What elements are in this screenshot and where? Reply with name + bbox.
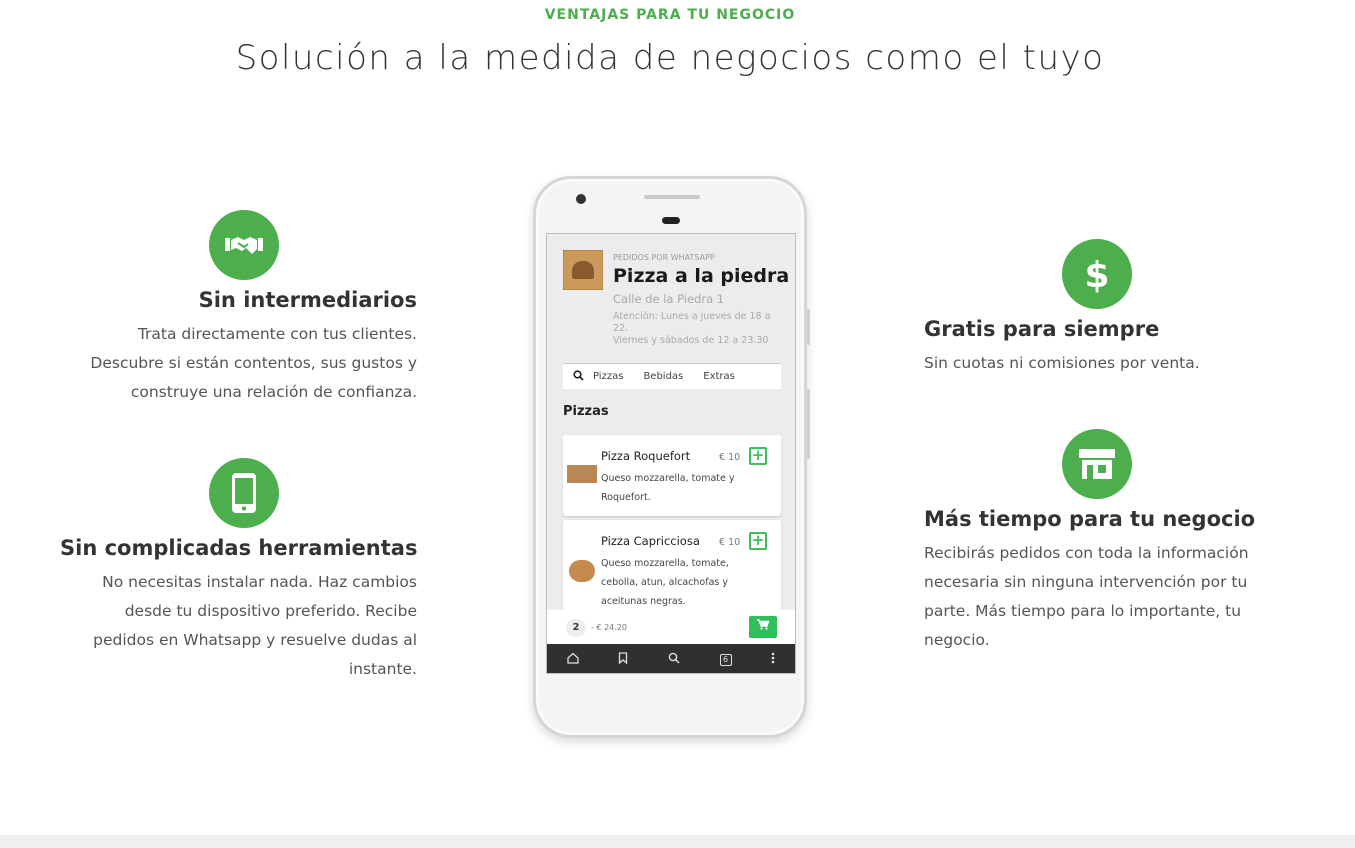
tabs-icon[interactable]: 6 — [719, 653, 732, 666]
svg-text:$: $ — [1084, 255, 1109, 294]
cart-button[interactable] — [749, 616, 777, 638]
bookmark-icon[interactable] — [618, 652, 628, 667]
camera — [576, 194, 586, 204]
cart-icon — [757, 619, 770, 630]
item-image — [569, 560, 595, 582]
cart-bar: 2 - € 24.20 — [547, 610, 795, 644]
cart-total: - € 24.20 — [591, 623, 627, 632]
search-icon[interactable] — [668, 652, 680, 667]
feature-text: Sin cuotas ni comisiones por venta. — [924, 354, 1200, 372]
search-icon[interactable] — [563, 369, 593, 384]
section-title: Pizzas — [563, 404, 609, 419]
item-description: Queso mozzarella, tomate y Roquefort. — [601, 473, 735, 503]
shop-logo — [563, 250, 603, 290]
store-icon — [1062, 429, 1132, 499]
eyebrow: VENTAJAS PARA TU NEGOCIO — [544, 7, 796, 23]
add-item-button[interactable]: + — [749, 447, 767, 465]
feature-title: Sin complicadas herramientas — [60, 536, 418, 560]
dollar-icon: $ — [1062, 239, 1132, 309]
phone-screen: PEDIDOS POR WHATSAPP Pizza a la piedra C… — [546, 233, 796, 674]
sensor — [662, 217, 680, 224]
tab-bebidas[interactable]: Bebidas — [643, 371, 683, 382]
item-price: € 10 — [719, 537, 741, 548]
item-name: Pizza Capricciosa — [601, 534, 700, 548]
menu-item[interactable]: Pizza Roquefort € 10 + Queso mozzarella,… — [563, 435, 781, 516]
item-image — [567, 465, 597, 483]
shop-subtitle: PEDIDOS POR WHATSAPP — [613, 253, 715, 262]
feature-title: Gratis para siempre — [924, 317, 1160, 341]
side-button — [807, 309, 810, 345]
side-button — [807, 389, 810, 459]
feature-text: No necesitas instalar nada. Haz cambios … — [93, 573, 417, 678]
item-price: € 10 — [719, 452, 741, 463]
feature-title: Más tiempo para tu negocio — [924, 507, 1256, 531]
shop-hours: Atención: Lunes a jueves de 18 a 22. Vie… — [613, 311, 771, 346]
shop-name: Pizza a la piedra — [613, 265, 790, 287]
item-description: Queso mozzarella, tomate, cebolla, atun,… — [601, 558, 729, 607]
home-icon[interactable] — [567, 652, 579, 667]
shop-address: Calle de la Piedra 1 — [613, 292, 725, 306]
feature-title: Sin intermediarios — [198, 288, 417, 312]
item-name: Pizza Roquefort — [601, 449, 691, 463]
phone-mockup: PEDIDOS POR WHATSAPP Pizza a la piedra C… — [533, 176, 810, 738]
cart-count: 2 — [566, 619, 586, 637]
tab-pizzas[interactable]: Pizzas — [593, 371, 623, 382]
shop-header: PEDIDOS POR WHATSAPP Pizza a la piedra C… — [547, 234, 795, 354]
footer-band — [0, 835, 1355, 848]
handshake-icon — [209, 210, 279, 280]
speaker — [644, 195, 700, 199]
more-options-icon[interactable] — [771, 652, 775, 667]
feature-text: Recibirás pedidos con toda la informació… — [924, 544, 1249, 649]
browser-nav-bar: 6 — [547, 644, 795, 673]
page-title: Solución a la medida de negocios como el… — [235, 38, 1105, 78]
smartphone-icon — [209, 458, 279, 528]
add-item-button[interactable]: + — [749, 532, 767, 550]
feature-text: Trata directamente con tus clientes. Des… — [90, 325, 417, 401]
tab-extras[interactable]: Extras — [703, 371, 735, 382]
category-tabs: Pizzas Bebidas Extras — [563, 363, 781, 389]
menu-item[interactable]: Pizza Capricciosa € 10 + Queso mozzarell… — [563, 520, 781, 615]
